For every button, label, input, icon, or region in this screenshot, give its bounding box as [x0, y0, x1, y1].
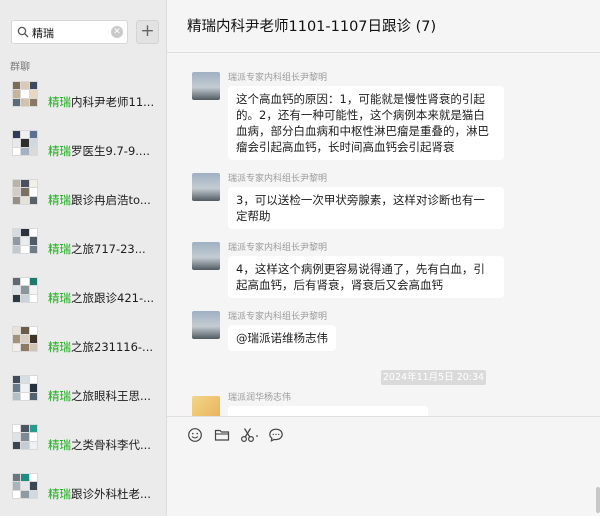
sender-avatar[interactable]: [192, 311, 220, 339]
section-label-groups: 群聊: [10, 62, 30, 73]
message-bubble[interactable]: 3，可以送检一次甲状旁腺素，这样对诊断也有一定帮助: [228, 187, 504, 229]
message-bubble[interactable]: @瑞派诺维杨志伟: [228, 325, 336, 351]
group-name-rest: 跟诊冉启浩to...: [71, 193, 151, 207]
search-box[interactable]: ✕: [11, 20, 128, 44]
group-item[interactable]: 精瑞之类骨科李代...: [0, 416, 166, 465]
search-input[interactable]: [32, 24, 110, 41]
group-name: 精瑞罗医生9.7-9....: [48, 143, 150, 159]
group-name: 精瑞之旅717-23...: [48, 241, 146, 257]
group-list: 精瑞内科尹老师11... 精瑞罗医生9.7-9.... 精瑞跟诊冉启浩to... 精瑞…: [0, 73, 166, 514]
group-name-rest: 之旅231116-...: [71, 340, 154, 354]
group-item[interactable]: 精瑞罗医生9.7-9....: [0, 122, 166, 171]
scrollbar-thumb[interactable]: [596, 487, 600, 513]
group-name-rest: 之旅717-23...: [71, 242, 146, 256]
group-item[interactable]: 精瑞之旅231116-...: [0, 318, 166, 367]
group-name: 精瑞内科尹老师11...: [48, 94, 154, 110]
group-name: 精瑞跟诊外科杜老...: [48, 486, 151, 502]
group-avatar: [12, 81, 38, 107]
group-avatar: [12, 179, 38, 205]
group-avatar: [12, 473, 38, 499]
sender-avatar[interactable]: [192, 396, 220, 416]
group-name-rest: 跟诊外科杜老...: [71, 487, 151, 501]
group-name-highlight: 精瑞: [48, 242, 71, 256]
sender-avatar[interactable]: [192, 242, 220, 270]
group-name: 精瑞之旅跟诊421-...: [48, 290, 154, 306]
group-name: 精瑞之类骨科李代...: [48, 437, 151, 453]
group-name-rest: 之旅眼科王思...: [71, 389, 151, 403]
chat-header: 精瑞内科尹老师1101-1107日跟诊 (7): [167, 0, 600, 53]
group-avatar: [12, 424, 38, 450]
group-name-highlight: 精瑞: [48, 438, 71, 452]
search-row: ✕ +: [11, 20, 159, 44]
group-avatar: [12, 228, 38, 254]
group-item[interactable]: 精瑞之旅跟诊421-...: [0, 269, 166, 318]
group-name-highlight: 精瑞: [48, 95, 71, 109]
group-name-highlight: 精瑞: [48, 487, 71, 501]
group-name: 精瑞之旅231116-...: [48, 339, 153, 355]
input-area[interactable]: [167, 416, 600, 516]
message-timestamp: 2024年11月5日 20:34: [381, 370, 486, 385]
sender-name: 瑞派专家内科组长尹黎明: [228, 312, 328, 322]
group-name-rest: 罗医生9.7-9....: [71, 144, 150, 158]
sender-name: 瑞派专家内科组长尹黎明: [228, 174, 328, 184]
clear-search-icon[interactable]: ✕: [111, 26, 123, 38]
group-name-highlight: 精瑞: [48, 193, 71, 207]
group-item[interactable]: 精瑞之旅眼科王思...: [0, 367, 166, 416]
group-name-highlight: 精瑞: [48, 291, 71, 305]
group-avatar: [12, 277, 38, 303]
scissors-icon[interactable]: [240, 427, 260, 443]
group-name-highlight: 精瑞: [48, 340, 71, 354]
message-bubble[interactable]: [228, 406, 428, 416]
group-name-highlight: 精瑞: [48, 144, 71, 158]
sender-avatar[interactable]: [192, 173, 220, 201]
message-list[interactable]: 瑞派专家内科组长尹黎明 这个高血钙的原因：1，可能就是慢性肾衰的引起的。2，还有…: [167, 54, 600, 416]
folder-icon[interactable]: [214, 427, 230, 443]
chat-title: 精瑞内科尹老师1101-1107日跟诊 (7): [187, 19, 437, 35]
group-item[interactable]: 精瑞跟诊冉启浩to...: [0, 171, 166, 220]
emoji-icon[interactable]: [187, 427, 203, 443]
sidebar: ✕ + 群聊 精瑞内科尹老师11...精瑞罗医生9.7-9....精瑞跟诊冉启浩…: [0, 0, 167, 516]
group-item[interactable]: 精瑞之旅717-23...: [0, 220, 166, 269]
message-bubble[interactable]: 4，这样这个病例更容易说得通了，先有白血，引起高血钙，后有肾衰，肾衰后又会高血钙: [228, 256, 504, 298]
sender-name: 瑞派专家内科组长尹黎明: [228, 243, 328, 253]
search-icon: [17, 26, 29, 38]
group-name-rest: 内科尹老师11...: [71, 95, 155, 109]
group-name-rest: 之类骨科李代...: [71, 438, 151, 452]
message-bubble[interactable]: 这个高血钙的原因：1，可能就是慢性肾衰的引起的。2，还有一种可能性，这个病例本来…: [228, 86, 504, 160]
group-avatar: [12, 326, 38, 352]
group-item[interactable]: 精瑞跟诊外科杜老...: [0, 465, 166, 514]
group-name-highlight: 精瑞: [48, 389, 71, 403]
group-name: 精瑞跟诊冉启浩to...: [48, 192, 151, 208]
sender-name: 瑞派专家内科组长尹黎明: [228, 73, 328, 83]
group-avatar: [12, 130, 38, 156]
add-button[interactable]: +: [136, 20, 159, 44]
chat-panel: 精瑞内科尹老师1101-1107日跟诊 (7) 瑞派专家内科组长尹黎明 这个高血…: [167, 0, 600, 516]
sender-name: 瑞派润华杨志伟: [228, 393, 292, 403]
chat-history-icon[interactable]: [268, 427, 284, 443]
group-name-rest: 之旅跟诊421-...: [71, 291, 155, 305]
group-item[interactable]: 精瑞内科尹老师11...: [0, 73, 166, 122]
sender-avatar[interactable]: [192, 72, 220, 100]
group-avatar: [12, 375, 38, 401]
group-name: 精瑞之旅眼科王思...: [48, 388, 151, 404]
